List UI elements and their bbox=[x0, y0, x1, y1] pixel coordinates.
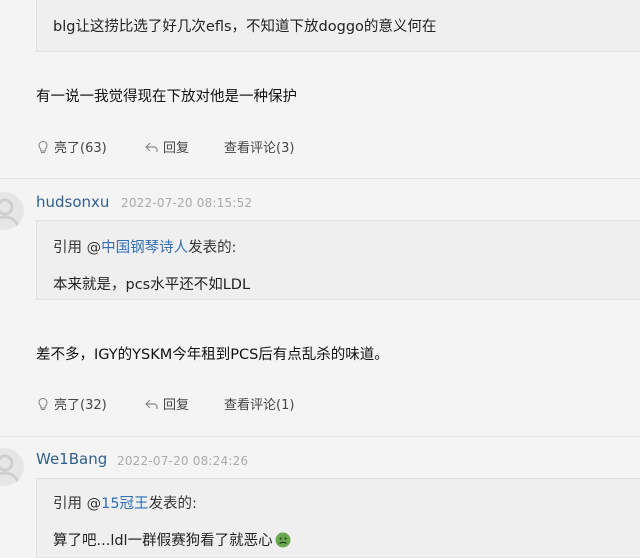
light-bulb-icon bbox=[38, 140, 48, 153]
like-button[interactable]: 亮了(63) bbox=[36, 137, 107, 156]
quote-block: 引用 @15冠王发表的: 算了吧...ldl一群假赛狗看了就恶心 bbox=[36, 478, 640, 558]
username[interactable]: hudsonxu bbox=[36, 193, 109, 211]
mention-link[interactable]: 15冠王 bbox=[101, 496, 148, 512]
quote-header: 引用 @中国钢琴诗人发表的: bbox=[53, 236, 237, 257]
quote-text-line: 算了吧...ldl一群假赛狗看了就恶心 bbox=[53, 529, 291, 550]
quote-suffix: 发表的: bbox=[148, 496, 197, 512]
sick-face-emoji-icon bbox=[275, 532, 291, 547]
avatar[interactable] bbox=[0, 192, 24, 230]
like-button[interactable]: 亮了(32) bbox=[36, 394, 107, 413]
light-bulb-icon bbox=[38, 397, 48, 410]
divider bbox=[0, 178, 640, 179]
view-comments-link[interactable]: 查看评论(3) bbox=[224, 137, 294, 156]
view-comments-link[interactable]: 查看评论(1) bbox=[224, 394, 294, 413]
comment-body: 差不多，IGY的YSKM今年租到PCS后有点乱杀的味道。 bbox=[36, 347, 389, 363]
divider bbox=[0, 436, 640, 437]
like-label: 亮了(63) bbox=[54, 141, 107, 156]
view-comments-label: 查看评论(3) bbox=[224, 141, 295, 156]
quote-block: blg让这捞比选了好几次efls，不知道下放doggo的意义何在 bbox=[36, 0, 640, 52]
reply-button[interactable]: 回复 bbox=[144, 137, 189, 156]
quote-text: 算了吧...ldl一群假赛狗看了就恶心 bbox=[53, 533, 273, 549]
avatar[interactable] bbox=[0, 448, 24, 486]
quote-text: 本来就是，pcs水平还不如LDL bbox=[53, 277, 251, 293]
username[interactable]: We1Bang bbox=[36, 450, 107, 468]
quote-text: blg让这捞比选了好几次efls，不知道下放doggo的意义何在 bbox=[53, 19, 437, 35]
quote-prefix: 引用 @ bbox=[53, 496, 102, 512]
quote-suffix: 发表的: bbox=[188, 240, 237, 256]
reply-button[interactable]: 回复 bbox=[144, 394, 189, 413]
timestamp: 2022-07-20 08:24:26 bbox=[117, 454, 249, 468]
reply-icon bbox=[145, 142, 158, 152]
quote-prefix: 引用 @ bbox=[53, 240, 102, 256]
reply-icon bbox=[145, 399, 158, 409]
reply-label: 回复 bbox=[163, 398, 190, 413]
comment-body: 有一说一我觉得现在下放对他是一种保护 bbox=[36, 89, 297, 105]
quote-block: 引用 @中国钢琴诗人发表的: 本来就是，pcs水平还不如LDL bbox=[36, 220, 640, 300]
timestamp: 2022-07-20 08:15:52 bbox=[121, 196, 253, 210]
view-comments-label: 查看评论(1) bbox=[224, 398, 295, 413]
reply-label: 回复 bbox=[163, 141, 190, 156]
quote-header: 引用 @15冠王发表的: bbox=[53, 492, 197, 513]
mention-link[interactable]: 中国钢琴诗人 bbox=[101, 240, 188, 256]
like-label: 亮了(32) bbox=[54, 398, 107, 413]
